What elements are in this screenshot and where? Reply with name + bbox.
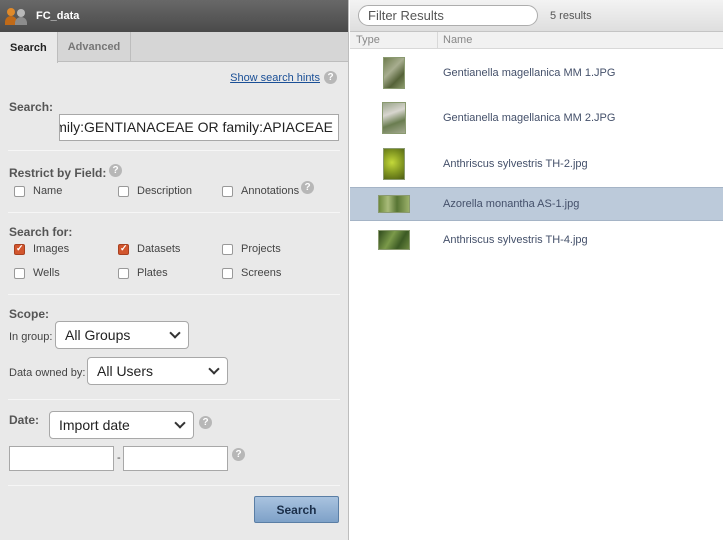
- help-icon[interactable]: ?: [324, 71, 337, 84]
- search-for-images-checkbox[interactable]: Images: [14, 243, 69, 255]
- image-thumbnail: [383, 57, 405, 89]
- filter-results-input[interactable]: Filter Results: [358, 5, 538, 26]
- users-icon: [5, 7, 32, 25]
- column-header-type[interactable]: Type: [350, 32, 438, 48]
- checkbox-label: Wells: [33, 267, 60, 279]
- table-row[interactable]: Gentianella magellanica MM 2.JPG: [350, 102, 723, 134]
- checkbox-box[interactable]: [14, 185, 25, 197]
- checkbox-label: Annotations: [241, 185, 300, 197]
- search-panel: FC_data Search Advanced Show search hint…: [0, 0, 349, 540]
- checkbox-label: Screens: [241, 267, 282, 279]
- checkbox-label: Name: [33, 185, 63, 197]
- checkbox-box[interactable]: [222, 267, 233, 279]
- tab-advanced[interactable]: Advanced: [58, 32, 132, 62]
- checkbox-label: Projects: [241, 243, 281, 255]
- panel-header: FC_data: [0, 0, 348, 32]
- date-type-select[interactable]: Import date: [49, 411, 194, 439]
- type-cell: [350, 195, 438, 213]
- checkbox-label: Images: [33, 243, 70, 255]
- chevron-down-icon: [208, 362, 220, 375]
- date-type-value: Import date: [59, 417, 130, 433]
- search-for-screens-checkbox[interactable]: Screens: [222, 267, 281, 279]
- tab-bar: Search Advanced: [0, 32, 348, 63]
- date-label: Date:: [9, 413, 40, 427]
- image-thumbnail: [383, 148, 405, 180]
- image-thumbnail: [378, 195, 410, 213]
- table-row[interactable]: Anthriscus sylvestris TH-2.jpg: [350, 148, 723, 180]
- in-group-label: In group:: [9, 331, 53, 343]
- help-icon[interactable]: ?: [109, 164, 122, 177]
- results-toolbar: Filter Results 5 results: [350, 0, 723, 32]
- divider: [8, 150, 340, 151]
- file-name: Gentianella magellanica MM 2.JPG: [443, 112, 616, 124]
- search-for-plates-checkbox[interactable]: Plates: [118, 267, 168, 279]
- column-header-name[interactable]: Name: [438, 32, 472, 48]
- checkbox-box[interactable]: [14, 243, 25, 255]
- file-name: Anthriscus sylvestris TH-4.jpg: [443, 234, 588, 246]
- checkbox-box[interactable]: [14, 267, 25, 279]
- restrict-annotations-checkbox[interactable]: Annotations: [222, 185, 299, 197]
- checkbox-box[interactable]: [222, 185, 233, 197]
- results-panel: Filter Results 5 results Type Name Genti…: [350, 0, 723, 540]
- table-row[interactable]: Gentianella magellanica MM 1.JPG: [350, 57, 723, 89]
- file-name: Azorella monantha AS-1.jpg: [443, 198, 580, 210]
- owner-select-value: All Users: [97, 363, 154, 379]
- type-cell: [350, 57, 438, 89]
- checkbox-label: Description: [137, 185, 193, 197]
- checkbox-box[interactable]: [118, 267, 129, 279]
- table-row[interactable]: Azorella monantha AS-1.jpg: [350, 187, 723, 221]
- owner-select[interactable]: All Users: [87, 357, 228, 385]
- tab-search[interactable]: Search: [0, 32, 58, 63]
- show-search-hints-link[interactable]: Show search hints: [230, 72, 320, 84]
- scope-label: Scope:: [9, 307, 50, 321]
- group-select-value: All Groups: [65, 327, 131, 343]
- search-for-label: Search for:: [9, 225, 73, 239]
- divider: [8, 399, 340, 400]
- type-cell: [350, 148, 438, 180]
- type-cell: [350, 102, 438, 134]
- checkbox-label: Plates: [137, 267, 168, 279]
- date-range-separator: -: [117, 452, 121, 464]
- panel-title: FC_data: [36, 10, 80, 22]
- results-count: 5 results: [550, 9, 592, 22]
- divider: [8, 294, 340, 295]
- file-name: Anthriscus sylvestris TH-2.jpg: [443, 158, 588, 170]
- chevron-down-icon: [169, 326, 181, 339]
- checkbox-box[interactable]: [118, 185, 129, 197]
- search-label: Search:: [9, 100, 54, 114]
- search-for-projects-checkbox[interactable]: Projects: [222, 243, 281, 255]
- search-input[interactable]: family:GENTIANACEAE OR family:APIACEAE: [59, 114, 339, 141]
- date-to-input[interactable]: [123, 446, 228, 471]
- date-from-input[interactable]: [9, 446, 114, 471]
- table-row[interactable]: Anthriscus sylvestris TH-4.jpg: [350, 229, 723, 251]
- search-for-wells-checkbox[interactable]: Wells: [14, 267, 60, 279]
- owner-label: Data owned by:: [9, 367, 86, 379]
- checkbox-label: Datasets: [137, 243, 181, 255]
- checkbox-box[interactable]: [222, 243, 233, 255]
- checkbox-box[interactable]: [118, 243, 129, 255]
- image-thumbnail: [378, 230, 410, 250]
- results-table-header: Type Name: [350, 32, 723, 49]
- hint-row: Show search hints ?: [0, 71, 348, 84]
- image-thumbnail: [382, 102, 406, 134]
- restrict-label: Restrict by Field:: [9, 166, 107, 180]
- divider: [8, 485, 340, 486]
- divider: [8, 212, 340, 213]
- restrict-description-checkbox[interactable]: Description: [118, 185, 192, 197]
- type-cell: [350, 230, 438, 250]
- help-icon[interactable]: ?: [199, 416, 212, 429]
- help-icon[interactable]: ?: [232, 448, 245, 461]
- search-button[interactable]: Search: [254, 496, 339, 523]
- file-name: Gentianella magellanica MM 1.JPG: [443, 67, 616, 79]
- chevron-down-icon: [174, 416, 186, 429]
- group-select[interactable]: All Groups: [55, 321, 189, 349]
- search-for-datasets-checkbox[interactable]: Datasets: [118, 243, 180, 255]
- help-icon[interactable]: ?: [301, 181, 314, 194]
- restrict-name-checkbox[interactable]: Name: [14, 185, 62, 197]
